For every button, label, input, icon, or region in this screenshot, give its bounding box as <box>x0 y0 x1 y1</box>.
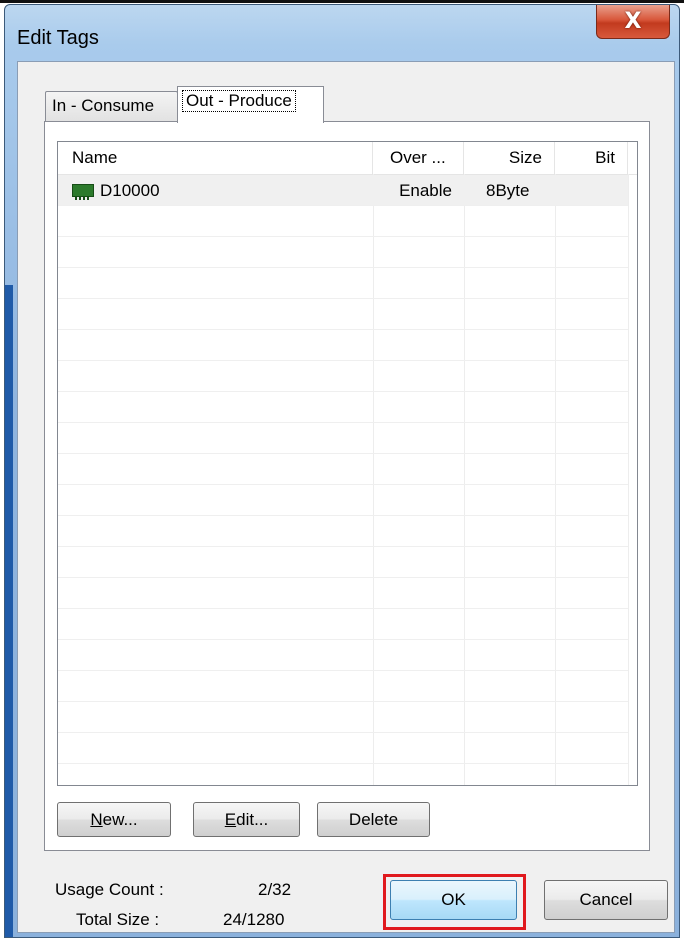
usage-count-label: Usage Count : <box>55 880 164 899</box>
row-over-cell: Enable <box>399 181 452 200</box>
memory-chip-icon <box>72 184 94 200</box>
empty-row <box>58 237 628 268</box>
column-divider <box>628 174 629 785</box>
usage-count-value: 2/32 <box>258 880 292 899</box>
column-header-name[interactable]: Name <box>58 142 373 174</box>
empty-row <box>58 640 628 671</box>
background-window-edge <box>5 285 13 937</box>
close-icon: X <box>624 9 642 34</box>
empty-row <box>58 361 628 392</box>
edit-label: Edit... <box>224 809 269 829</box>
empty-row <box>58 702 628 733</box>
ok-button[interactable]: OK <box>390 880 517 920</box>
tab-out-produce[interactable]: Out - Produce <box>177 86 324 123</box>
total-size-label: Total Size : <box>76 910 160 929</box>
total-size-value: 24/1280 <box>223 910 285 929</box>
top-border <box>0 0 684 3</box>
window-title: Edit Tags <box>17 27 99 49</box>
new-label: New... <box>90 809 138 829</box>
dialog-client-area: In - Consume Out - Produce Name Over ...… <box>17 61 675 933</box>
tag-name: D10000 <box>100 181 160 200</box>
tab-in-consume[interactable]: In - Consume <box>45 91 178 121</box>
empty-row <box>58 671 628 702</box>
empty-row <box>58 423 628 454</box>
empty-row <box>58 547 628 578</box>
column-header-over[interactable]: Over ... <box>373 142 464 174</box>
column-header-size[interactable]: Size <box>464 142 555 174</box>
edit-tags-dialog: Edit Tags X In - Consume Out - Produce N… <box>4 4 680 938</box>
empty-row <box>58 516 628 547</box>
empty-row <box>58 454 628 485</box>
empty-row <box>58 485 628 516</box>
empty-row <box>58 764 628 785</box>
row-name-cell: D10000 <box>72 175 160 206</box>
table-row[interactable]: D10000 Enable 8Byte <box>58 175 628 206</box>
list-header: Name Over ... Size Bit <box>58 142 637 175</box>
new-button[interactable]: New... <box>57 802 171 837</box>
empty-row <box>58 733 628 764</box>
delete-button[interactable]: Delete <box>317 802 430 837</box>
empty-row <box>58 609 628 640</box>
edit-button[interactable]: Edit... <box>193 802 300 837</box>
row-size-cell: 8Byte <box>486 181 530 200</box>
empty-row <box>58 392 628 423</box>
cancel-button[interactable]: Cancel <box>544 880 668 920</box>
empty-row <box>58 206 628 237</box>
column-header-bit[interactable]: Bit <box>555 142 628 174</box>
empty-row <box>58 268 628 299</box>
empty-row <box>58 299 628 330</box>
tags-list[interactable]: Name Over ... Size Bit D10000 Enable 8By… <box>57 141 638 786</box>
tab-panel: Name Over ... Size Bit D10000 Enable 8By… <box>44 121 650 851</box>
tab-label: Out - Produce <box>182 90 296 112</box>
empty-row <box>58 330 628 361</box>
tab-label: In - Consume <box>52 96 155 115</box>
close-button[interactable]: X <box>596 5 670 39</box>
empty-row <box>58 578 628 609</box>
